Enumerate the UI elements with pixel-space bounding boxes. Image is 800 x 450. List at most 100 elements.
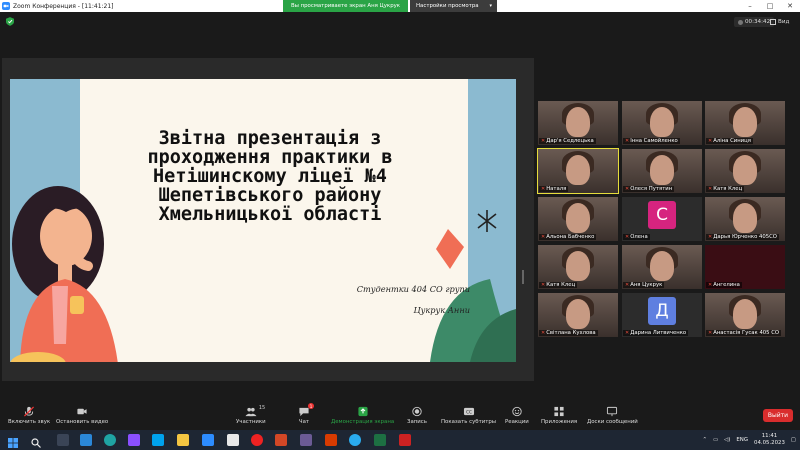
participant-tile[interactable]: ✕ Катя Клец: [705, 149, 785, 193]
opera-icon[interactable]: [251, 434, 263, 446]
whiteboard-button[interactable]: Доски сообщений: [587, 405, 638, 425]
participant-name-label: ✕ Дарья Юрченко 405СО: [706, 234, 779, 240]
mic-muted-icon: ✕: [541, 186, 546, 192]
volume-icon[interactable]: ◁): [724, 437, 730, 443]
slide-title-line: Хмельницької області: [158, 204, 382, 225]
teams-icon[interactable]: [128, 434, 140, 446]
pdf-icon[interactable]: [399, 434, 411, 446]
participants-count: 15: [258, 405, 266, 411]
system-tray: ⌃ ▭ ◁) ENG 11:41 04.05.2023 ▢: [703, 430, 796, 450]
app-icon[interactable]: [300, 434, 312, 446]
folder-icon[interactable]: [177, 434, 189, 446]
leave-meeting-button[interactable]: Выйти: [763, 409, 793, 422]
participant-name: Світлана Кухлова: [546, 330, 596, 336]
window-controls: – □ ✕: [740, 0, 800, 12]
view-settings-button[interactable]: Настройки просмотра ▾: [410, 0, 497, 12]
network-icon[interactable]: ▭: [713, 437, 718, 443]
apps-label: Приложения: [541, 419, 578, 425]
participant-name: Дарья Юрченко 405СО: [713, 234, 777, 240]
participant-tile[interactable]: Д ✕ Дарина Литвиченко: [622, 293, 702, 337]
mail-icon[interactable]: [80, 434, 92, 446]
subtitles-button[interactable]: CC Показать субтитры: [441, 405, 496, 425]
skype-icon[interactable]: [152, 434, 164, 446]
participant-name: Олеся Путятин: [630, 186, 673, 192]
presentation-slide: Звітна презентація з проходження практик…: [10, 79, 516, 362]
clock-time: 11:41: [761, 433, 778, 439]
record-button[interactable]: Запись: [407, 405, 427, 425]
chevron-up-icon[interactable]: ⌃: [703, 437, 708, 443]
participant-face: [566, 251, 590, 281]
cc-icon: CC: [463, 405, 475, 417]
stop-video-label: Остановить видео: [56, 419, 109, 425]
share-screen-button[interactable]: Демонстрация экрана: [331, 405, 394, 425]
participant-tile[interactable]: ✕ Дарья Юрченко 405СО: [705, 197, 785, 241]
slide-author-text: Цукрук Анни: [413, 305, 470, 315]
participant-name: Аліна Синиця: [713, 138, 751, 144]
edge-icon[interactable]: [104, 434, 116, 446]
clock[interactable]: 11:41 04.05.2023: [754, 433, 785, 447]
participant-tile[interactable]: ✕ Альона Бабченко: [538, 197, 618, 241]
maximize-button[interactable]: □: [760, 0, 780, 12]
mic-muted-icon: ✕: [625, 330, 630, 336]
grid-icon: [770, 19, 776, 25]
notifications-icon[interactable]: ▢: [791, 437, 796, 443]
view-button[interactable]: Вид: [770, 17, 789, 27]
unmute-button[interactable]: Включить звук: [8, 405, 50, 425]
participant-tile[interactable]: ✕ Анастасія Гусак 405 СО: [705, 293, 785, 337]
chat-icon: 1: [298, 403, 314, 417]
zoom-taskbar-icon[interactable]: [202, 434, 214, 446]
participant-tile[interactable]: ✕ Аліна Синиця: [705, 101, 785, 145]
participant-tile[interactable]: ✕ Дар'я Седлецька: [538, 101, 618, 145]
close-button[interactable]: ✕: [780, 0, 800, 12]
participants-icon: 15: [245, 405, 265, 417]
minimize-button[interactable]: –: [740, 0, 760, 12]
participant-tile[interactable]: ✕ Катя Клец: [538, 245, 618, 289]
participant-name: Ангелина: [713, 282, 740, 288]
participant-tile[interactable]: ✕ Олеся Путятин: [622, 149, 702, 193]
task-view-icon[interactable]: [57, 434, 69, 446]
participant-name: Катя Клец: [713, 186, 743, 192]
chat-label: Чат: [298, 419, 310, 425]
chat-button[interactable]: 1 Чат: [298, 403, 314, 425]
telegram-icon[interactable]: [349, 434, 361, 446]
participant-name-label: ✕ Наталя: [539, 186, 569, 192]
participant-name-label: ✕ Катя Клец: [706, 186, 745, 192]
participant-name-label: ✕ Анастасія Гусак 405 СО: [706, 330, 782, 336]
participant-face: [733, 107, 757, 137]
participant-tile[interactable]: ✕ Аня Цукрук: [622, 245, 702, 289]
participant-tile[interactable]: ✕ Ангелина: [705, 245, 785, 289]
app-icon[interactable]: [227, 434, 239, 446]
whiteboard-label: Доски сообщений: [587, 419, 638, 425]
participant-tile[interactable]: ✕ Світлана Кухлова: [538, 293, 618, 337]
participant-name: Дар'я Седлецька: [546, 138, 594, 144]
zoom-app-icon: [2, 2, 10, 10]
participant-face: [650, 107, 674, 137]
mic-muted-icon: ✕: [708, 138, 713, 144]
excel-icon[interactable]: [374, 434, 386, 446]
mic-muted-icon: ✕: [708, 330, 713, 336]
participants-label: Участники: [236, 419, 266, 425]
apps-button[interactable]: Приложения: [541, 405, 577, 425]
reactions-button[interactable]: Реакции: [505, 405, 529, 425]
participant-name: Наталя: [546, 186, 567, 192]
clock-icon: [738, 19, 743, 25]
slide-title-line: Нетішинскому ліцеї №4: [153, 166, 387, 187]
participant-tile[interactable]: С ✕ Олена: [622, 197, 702, 241]
meeting-timer: 00:34:42: [734, 17, 775, 27]
windows-start-icon[interactable]: [7, 434, 19, 448]
participant-name: Альона Бабченко: [546, 234, 595, 240]
share-screen-label: Демонстрация экрана: [331, 419, 395, 425]
participants-button[interactable]: 15 Участники: [236, 405, 266, 425]
participant-name: Дарина Литвиченко: [630, 330, 687, 336]
stop-video-button[interactable]: Остановить видео: [56, 405, 108, 425]
participant-name-label: ✕ Світлана Кухлова: [539, 330, 598, 336]
share-scroll-handle[interactable]: [522, 270, 524, 284]
participant-tile[interactable]: ✕ Наталя: [537, 148, 619, 194]
smiley-icon: [511, 405, 523, 417]
powerpoint-icon[interactable]: [275, 434, 287, 446]
search-icon[interactable]: [30, 434, 42, 448]
language-indicator[interactable]: ENG: [736, 437, 748, 443]
participant-tile[interactable]: ✕ Інна Самойленко: [622, 101, 702, 145]
security-shield-icon[interactable]: [6, 17, 14, 26]
office-icon[interactable]: [325, 434, 337, 446]
